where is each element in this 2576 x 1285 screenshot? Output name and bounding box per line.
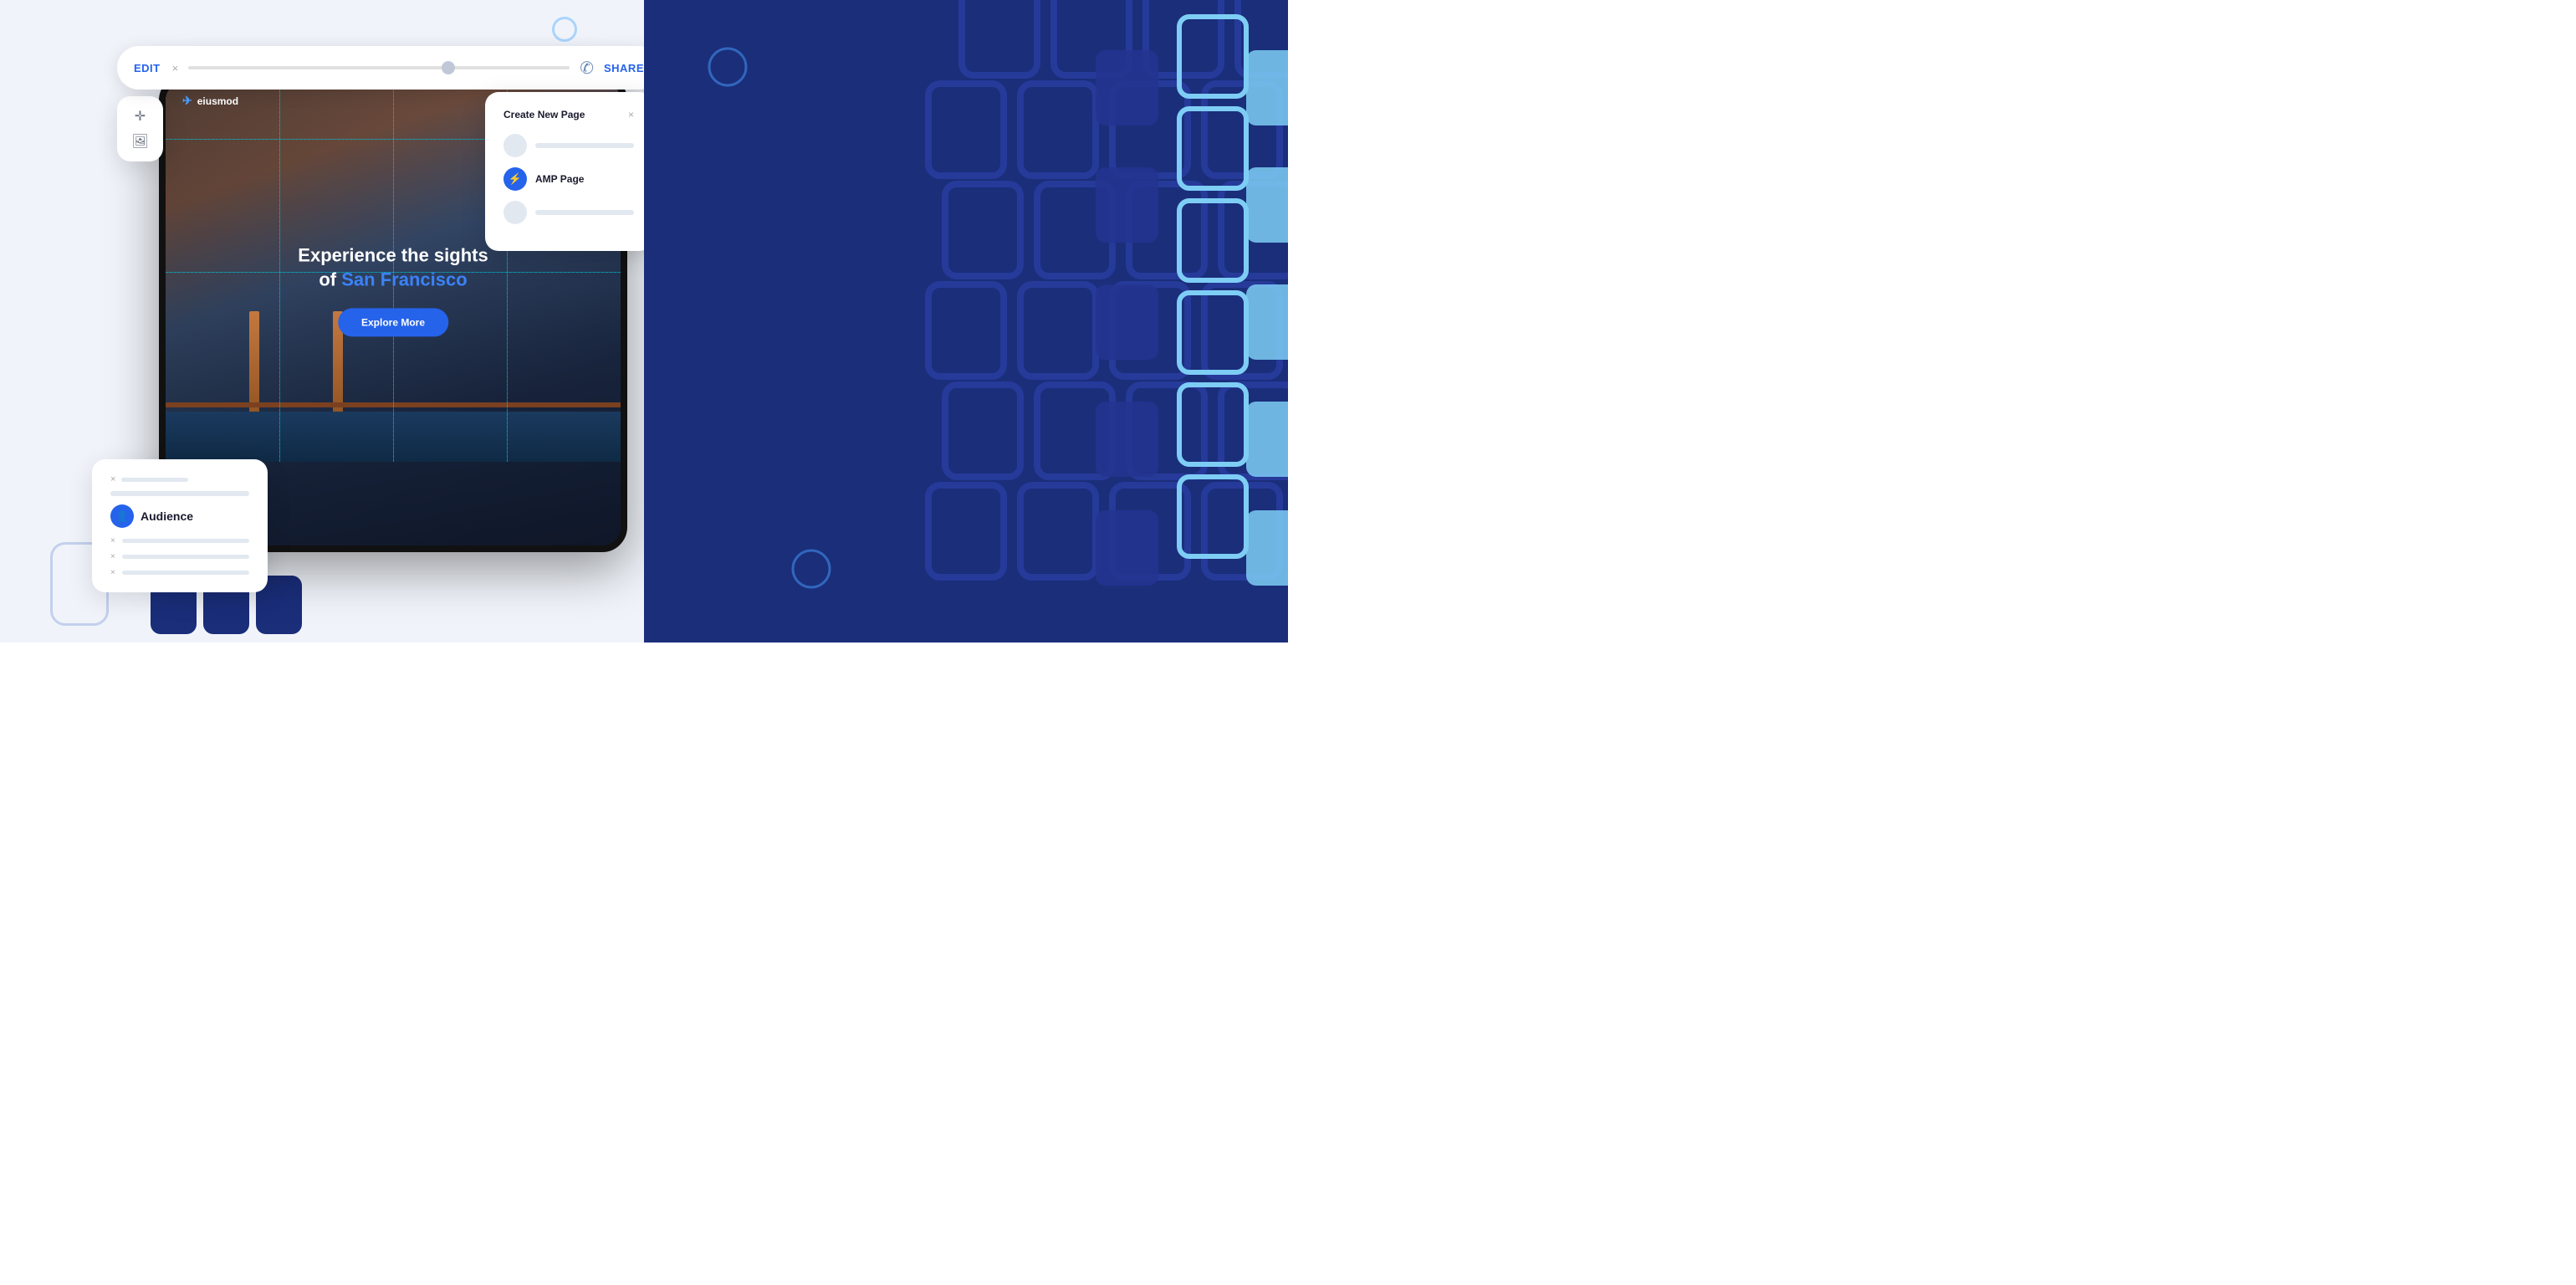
explore-button[interactable]: Explore More — [338, 309, 448, 337]
bridge-deck — [166, 402, 621, 407]
phone-icon: ✆ — [580, 58, 594, 79]
create-page-header: Create New Page × — [503, 109, 634, 120]
right-panel — [644, 0, 1288, 642]
item-close-1[interactable]: × — [110, 536, 115, 545]
audience-icon: 👤 — [110, 504, 134, 528]
option-line-1 — [535, 143, 634, 148]
audience-item-1: × — [110, 536, 249, 545]
create-page-close-icon[interactable]: × — [628, 109, 634, 120]
hero-content: Experience the sights of San Francisco E… — [298, 244, 488, 337]
bridge-tower-left — [249, 311, 259, 428]
amp-label: AMP Page — [535, 173, 584, 185]
option-circle-1 — [503, 134, 527, 157]
image-icon[interactable]: 🖼 — [130, 133, 150, 150]
audience-title-row: 👤 Audience — [110, 504, 249, 528]
create-page-panel: Create New Page × ⚡ AMP Page — [485, 92, 644, 251]
amp-icon: ⚡ — [503, 167, 527, 191]
deco-circle-top — [552, 17, 577, 42]
pattern-svg — [644, 0, 1288, 642]
create-page-title: Create New Page — [503, 109, 585, 120]
audience-bar-1 — [110, 491, 249, 496]
widget-panel: ✛ 🖼 — [117, 96, 163, 161]
audience-label: Audience — [141, 509, 193, 523]
brand-name: eiusmod — [197, 95, 238, 107]
item-close-2[interactable]: × — [110, 552, 115, 561]
hero-line1: Experience the sights — [298, 244, 488, 269]
page-option-1[interactable] — [503, 134, 634, 157]
progress-slider[interactable] — [188, 66, 570, 69]
hero-line2: of San Francisco — [298, 268, 488, 292]
logo-icon: ✈ — [182, 94, 192, 108]
hero-highlight: San Francisco — [341, 269, 467, 289]
audience-item-3: × — [110, 568, 249, 577]
top-bar: EDIT × ✆ SHARE — [117, 46, 644, 90]
amp-page-option[interactable]: ⚡ AMP Page — [503, 167, 634, 191]
audience-panel: × 👤 Audience × × × — [92, 459, 268, 592]
option-line-3 — [535, 210, 634, 215]
move-icon[interactable]: ✛ — [130, 108, 150, 125]
hero-title: Experience the sights of San Francisco — [298, 244, 488, 292]
bridge-water — [166, 412, 621, 462]
edit-button[interactable]: EDIT — [134, 62, 161, 74]
device-logo: ✈ eiusmod — [182, 94, 238, 108]
page-option-3[interactable] — [503, 201, 634, 224]
share-button[interactable]: SHARE — [604, 62, 644, 74]
left-panel: EDIT × ✆ SHARE ✛ 🖼 — [0, 0, 644, 642]
audience-close-x[interactable]: × — [110, 474, 249, 484]
option-circle-3 — [503, 201, 527, 224]
item-close-3[interactable]: × — [110, 568, 115, 577]
close-icon[interactable]: × — [172, 62, 179, 74]
audience-item-2: × — [110, 552, 249, 561]
